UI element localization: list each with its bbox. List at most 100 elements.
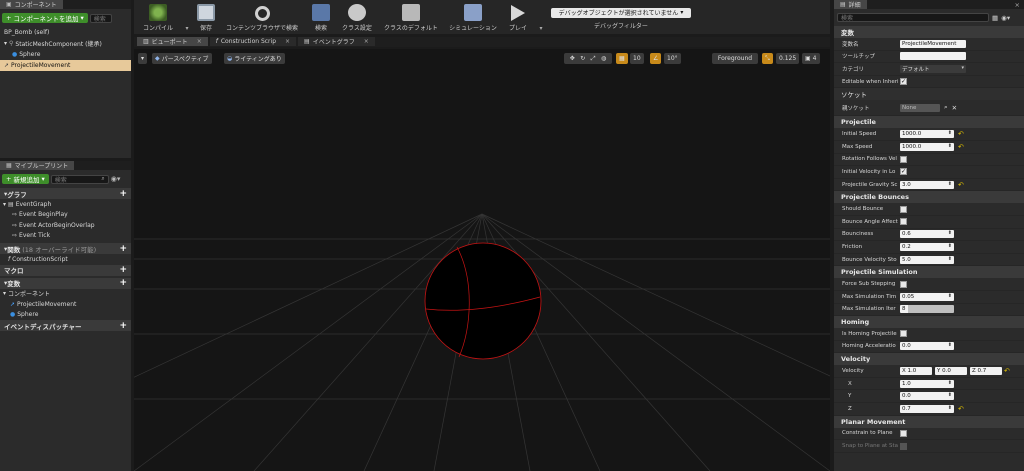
rotation-snap-value[interactable]: 10° bbox=[664, 53, 681, 64]
compile-button[interactable]: コンパイル bbox=[138, 3, 178, 34]
reset-arrow-icon[interactable]: ↶ bbox=[958, 130, 964, 138]
homing-section-header[interactable]: Homing bbox=[834, 316, 1024, 329]
sphere-mesh[interactable] bbox=[423, 241, 543, 361]
tab-viewport[interactable]: ▥ ビューポート × bbox=[137, 37, 208, 46]
camera-speed-button[interactable]: ▣ 4 bbox=[802, 53, 820, 64]
foreground-toggle[interactable]: Foreground bbox=[712, 53, 758, 64]
gravity-scale-input[interactable]: 3.0 ⬍ bbox=[900, 180, 954, 189]
scale-snap-value[interactable]: 0.125 bbox=[776, 53, 800, 64]
bounce-stop-input[interactable]: 5.0 ⬍ bbox=[900, 255, 954, 264]
browse-button[interactable]: コンテンツブラウザで検索 bbox=[220, 3, 304, 34]
add-component-button[interactable]: + コンポーネントを追加 ▾ bbox=[2, 13, 88, 23]
grid-snap-value[interactable]: 10 bbox=[630, 53, 644, 64]
is-homing-checkbox[interactable] bbox=[900, 330, 907, 338]
perspective-button[interactable]: ◆ パースペクティブ bbox=[152, 53, 212, 64]
tab-event-graph[interactable]: ▤ イベントグラフ × bbox=[298, 37, 375, 46]
construction-script-item[interactable]: f ConstructionScript bbox=[0, 254, 131, 265]
variables-section-header[interactable]: ▾ 変数 + bbox=[0, 277, 131, 289]
myblueprint-tab[interactable]: ▦ マイブループリント bbox=[0, 161, 75, 170]
myblueprint-search-input[interactable]: 検索 ⌕ bbox=[50, 174, 109, 184]
category-select[interactable]: デフォルト ▾ bbox=[900, 64, 966, 73]
clear-icon[interactable]: ✕ bbox=[952, 104, 957, 112]
planar-section-header[interactable]: Planar Movement bbox=[834, 415, 1024, 428]
viewport-options-button[interactable]: ▾ bbox=[138, 53, 148, 64]
lighting-button[interactable]: ◒ ライティングあり bbox=[224, 53, 285, 64]
tree-item-sphere[interactable]: ● Sphere bbox=[0, 49, 131, 60]
reset-arrow-icon[interactable]: ↶ bbox=[958, 143, 964, 151]
velocity-x-input[interactable]: 1.0 ⬍ bbox=[900, 379, 954, 388]
graph-section-header[interactable]: ▾ グラフ + bbox=[0, 188, 131, 199]
velocity-x-compact[interactable]: X 1.0 bbox=[900, 367, 932, 376]
components-category[interactable]: ▾ コンポーネント bbox=[0, 289, 131, 300]
add-macro-plus-icon[interactable]: + bbox=[119, 265, 127, 275]
tree-item-projectile-selected[interactable]: ➚ ProjectileMovement bbox=[0, 60, 131, 71]
dispatchers-section-header[interactable]: イベントディスパッチャー + bbox=[0, 320, 131, 331]
rotation-follows-checkbox[interactable] bbox=[900, 155, 907, 163]
scale-snap-toggle[interactable]: ⤡ bbox=[762, 53, 773, 64]
bounces-section-header[interactable]: Projectile Bounces bbox=[834, 191, 1024, 204]
debug-object-select[interactable]: デバッグオブジェクトが選択されていません ▾ bbox=[551, 7, 691, 18]
initial-velocity-local-checkbox[interactable]: ✓ bbox=[900, 168, 907, 176]
reset-arrow-icon[interactable]: ↶ bbox=[1004, 367, 1010, 375]
event-item[interactable]: ⇨ Event BeginPlay bbox=[0, 210, 131, 221]
add-variable-plus-icon[interactable]: + bbox=[119, 278, 127, 288]
force-substep-checkbox[interactable] bbox=[900, 280, 907, 288]
details-tab[interactable]: ▤ 詳細 bbox=[834, 0, 867, 9]
close-icon[interactable]: × bbox=[1015, 1, 1020, 9]
max-speed-input[interactable]: 1000.0 ⬍ bbox=[900, 142, 954, 151]
velocity-section-header[interactable]: Velocity bbox=[834, 353, 1024, 366]
event-item[interactable]: ⇨ Event Tick bbox=[0, 231, 131, 242]
close-icon[interactable]: × bbox=[285, 38, 290, 45]
simulation-button[interactable]: シミュレーション bbox=[446, 3, 500, 34]
initial-speed-input[interactable]: 1000.0 ⬍ bbox=[900, 130, 954, 139]
add-function-plus-icon[interactable]: + bbox=[119, 244, 127, 254]
grid-snap-toggle[interactable]: ▦ bbox=[616, 53, 628, 64]
max-sim-iter-slider[interactable]: 8 bbox=[900, 305, 954, 314]
editable-inherit-checkbox[interactable]: ✓ bbox=[900, 78, 907, 86]
bounce-angle-checkbox[interactable] bbox=[900, 218, 907, 226]
class-settings-button[interactable]: クラス設定 bbox=[338, 3, 376, 34]
find-button[interactable]: 検索 bbox=[308, 3, 334, 34]
components-search-input[interactable]: 検索 bbox=[89, 13, 112, 23]
velocity-z-input[interactable]: 0.7 ⬍ bbox=[900, 404, 954, 413]
homing-accel-input[interactable]: 0.0 ⬍ bbox=[900, 342, 954, 351]
variable-section-header[interactable]: 変数 bbox=[834, 26, 1024, 38]
macros-section-header[interactable]: マクロ + bbox=[0, 264, 131, 276]
projectile-section-header[interactable]: Projectile bbox=[834, 116, 1024, 129]
tooltip-input[interactable] bbox=[900, 52, 966, 61]
constrain-plane-checkbox[interactable] bbox=[900, 429, 907, 437]
world-icon[interactable]: ◍ bbox=[601, 55, 606, 62]
compile-options-dropdown[interactable]: ▾ bbox=[182, 3, 192, 34]
viewport[interactable]: ▾ ◆ パースペクティブ ◒ ライティングあり ✥ ↻ ⤢ ◍ ▦ 10 ∠ 10° Fo… bbox=[134, 49, 830, 471]
socket-section-header[interactable]: ソケット bbox=[834, 88, 1024, 101]
simulation-section-header[interactable]: Projectile Simulation bbox=[834, 266, 1024, 279]
velocity-y-compact[interactable]: Y 0.0 bbox=[935, 367, 967, 376]
variable-name-input[interactable]: ProjectileMovement bbox=[900, 39, 966, 48]
rotate-icon[interactable]: ↻ bbox=[580, 55, 585, 62]
tree-root[interactable]: BP_Bomb (self) bbox=[0, 27, 131, 38]
visibility-eye-icon[interactable]: ◉▾ bbox=[1001, 14, 1010, 22]
add-dispatcher-plus-icon[interactable]: + bbox=[119, 321, 127, 331]
friction-input[interactable]: 0.2 ⬍ bbox=[900, 242, 954, 251]
velocity-z-compact[interactable]: Z 0.7 bbox=[970, 367, 1002, 376]
grid-view-icon[interactable]: ▦ bbox=[992, 14, 998, 22]
functions-section-header[interactable]: ▾ 関数 (18 オーバーライド可能) + bbox=[0, 243, 131, 254]
event-item[interactable]: ⇨ Event ActorBeginOverlap bbox=[0, 220, 131, 231]
velocity-y-input[interactable]: 0.0 ⬍ bbox=[900, 392, 954, 401]
reset-arrow-icon[interactable]: ↶ bbox=[958, 181, 964, 189]
scale-icon[interactable]: ⤢ bbox=[591, 55, 596, 63]
tab-construction-script[interactable]: f Construction Scrip × bbox=[209, 37, 297, 46]
play-options-dropdown[interactable]: ▾ bbox=[536, 3, 546, 34]
rotation-snap-toggle[interactable]: ∠ bbox=[650, 53, 662, 64]
translate-icon[interactable]: ✥ bbox=[570, 55, 575, 62]
details-search-input[interactable]: 検索 bbox=[837, 13, 989, 22]
bounciness-input[interactable]: 0.6 ⬍ bbox=[900, 230, 954, 239]
tree-item-staticmesh[interactable]: ▾ ⚲ StaticMeshComponent (継承) bbox=[0, 38, 131, 49]
search-icon[interactable]: ⌕ bbox=[944, 103, 948, 112]
play-button[interactable]: プレイ bbox=[504, 3, 532, 34]
component-variable-item[interactable]: ➚ ProjectileMovement bbox=[0, 299, 131, 310]
visibility-eye-icon[interactable]: ◉▾ bbox=[111, 175, 121, 183]
add-graph-plus-icon[interactable]: + bbox=[119, 189, 127, 199]
close-icon[interactable]: × bbox=[364, 38, 369, 45]
add-new-button[interactable]: + 新規追加 ▾ bbox=[2, 174, 49, 184]
